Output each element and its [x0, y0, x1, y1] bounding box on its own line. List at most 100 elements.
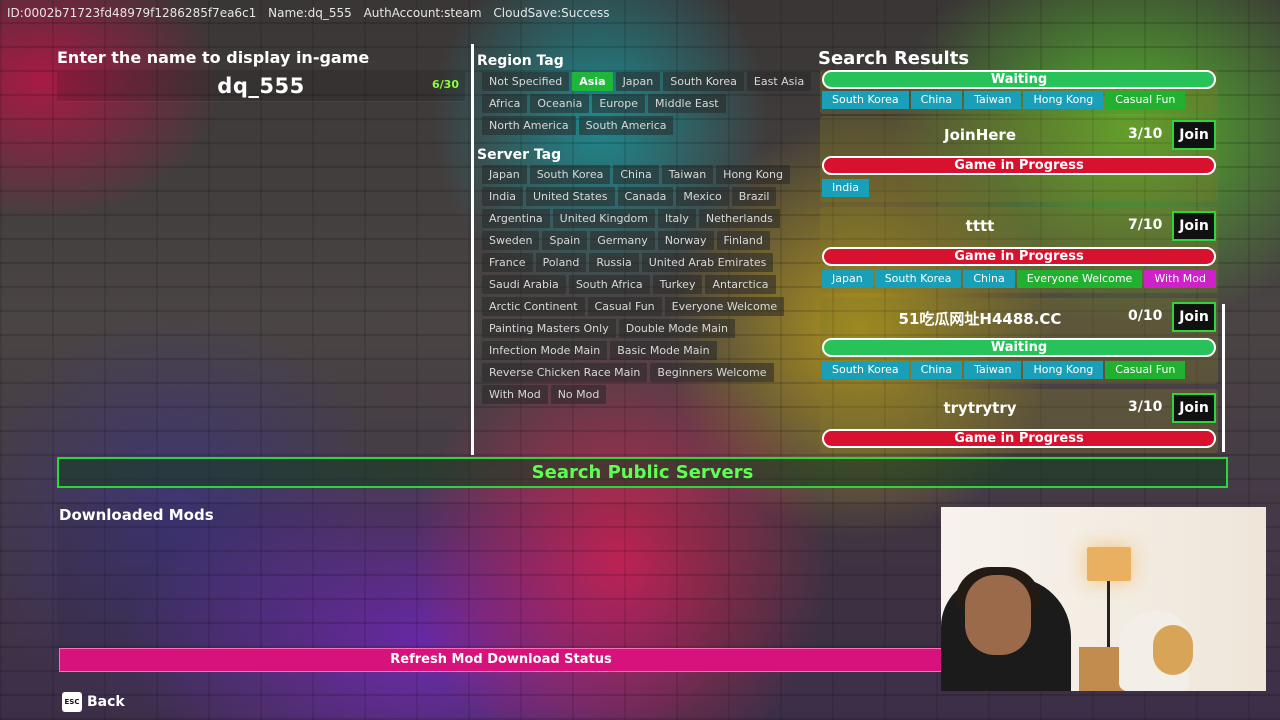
- region-tag-japan[interactable]: Japan: [615, 72, 661, 91]
- server-tag-netherlands[interactable]: Netherlands: [698, 209, 780, 228]
- region-tag-asia[interactable]: Asia: [572, 72, 613, 91]
- join-button[interactable]: Join: [1172, 211, 1216, 241]
- server-name: 51吃瓜网址H4488.CC: [898, 310, 1062, 328]
- server-card: trytrytry 3/10 Join Game in Progress: [820, 389, 1218, 453]
- server-tag-beginners-welcome[interactable]: Beginners Welcome: [650, 363, 774, 382]
- streamer-face: [965, 575, 1031, 655]
- refresh-mod-status-button[interactable]: Refresh Mod Download Status: [59, 648, 943, 672]
- join-button[interactable]: Join: [1172, 120, 1216, 150]
- server-tag-chip: China: [910, 91, 963, 109]
- back-button[interactable]: ESC Back: [62, 692, 125, 712]
- server-tag-chip: Hong Kong: [1023, 91, 1104, 109]
- server-tag-chip: China: [963, 270, 1015, 288]
- server-tag-spain[interactable]: Spain: [542, 231, 588, 250]
- region-tag-title: Region Tag: [477, 53, 564, 69]
- search-public-servers-button[interactable]: Search Public Servers: [57, 457, 1228, 488]
- server-status-badge: Game in Progress: [822, 156, 1216, 175]
- esc-key-icon: ESC: [62, 692, 82, 712]
- server-tag-with-mod[interactable]: With Mod: [482, 385, 548, 404]
- server-tag-japan[interactable]: Japan: [482, 165, 527, 184]
- back-label: Back: [87, 694, 125, 710]
- region-tag-middle-east[interactable]: Middle East: [648, 94, 726, 113]
- display-name-label: Enter the name to display in-game: [57, 48, 370, 67]
- display-name-input[interactable]: dq_555 6/30: [57, 72, 465, 102]
- server-tag-brazil[interactable]: Brazil: [731, 187, 777, 206]
- server-tag-finland[interactable]: Finland: [716, 231, 770, 250]
- server-status-badge: Waiting: [822, 70, 1216, 89]
- region-tag-not-specified[interactable]: Not Specified: [482, 72, 570, 91]
- server-tag-chips: India: [822, 179, 869, 197]
- server-tag-south-africa[interactable]: South Africa: [568, 275, 650, 294]
- server-card: tttt 7/10 Join Game in Progress Japan Sou…: [820, 207, 1218, 293]
- region-tag-africa[interactable]: Africa: [482, 94, 528, 113]
- server-tag-india[interactable]: India: [482, 187, 523, 206]
- join-button[interactable]: Join: [1172, 302, 1216, 332]
- server-tag-poland[interactable]: Poland: [535, 253, 587, 272]
- server-tag-chip: China: [910, 361, 963, 379]
- server-tag-title: Server Tag: [477, 147, 562, 163]
- server-card: JoinHere 3/10 Join Game in Progress Indi…: [820, 116, 1218, 202]
- server-card: Waiting South Korea China Taiwan Hong Kong C…: [820, 70, 1218, 114]
- server-status-badge: Waiting: [822, 338, 1216, 357]
- session-auth: AuthAccount:steam: [363, 6, 482, 20]
- region-tag-oceania[interactable]: Oceania: [530, 94, 590, 113]
- server-tag-chip: Casual Fun: [1105, 361, 1186, 379]
- server-tag-germany[interactable]: Germany: [590, 231, 655, 250]
- server-tag-chip: South Korea: [822, 361, 909, 379]
- server-tag-russia[interactable]: Russia: [589, 253, 639, 272]
- region-tag-south-korea[interactable]: South Korea: [663, 72, 744, 91]
- session-info-bar: ID:0002b71723fd48979f1286285f7ea6c1 Name…: [7, 6, 610, 20]
- region-tag-east-asia[interactable]: East Asia: [746, 72, 812, 91]
- session-name: Name:dq_555: [268, 6, 352, 20]
- search-results-list[interactable]: Waiting South Korea China Taiwan Hong Kong C…: [820, 70, 1220, 454]
- results-scrollbar[interactable]: [1222, 304, 1225, 452]
- server-player-count: 0/10: [1128, 308, 1163, 324]
- server-name: JoinHere: [943, 126, 1016, 144]
- lamp-shade: [1087, 547, 1131, 581]
- region-tag-europe[interactable]: Europe: [592, 94, 646, 113]
- server-tag-united-kingdom[interactable]: United Kingdom: [552, 209, 655, 228]
- server-tag-infection-mode-main[interactable]: Infection Mode Main: [482, 341, 608, 360]
- server-tag-united-states[interactable]: United States: [526, 187, 615, 206]
- search-results-title: Search Results: [818, 48, 970, 69]
- region-tag-south-america[interactable]: South America: [578, 116, 674, 135]
- server-tag-turkey[interactable]: Turkey: [652, 275, 703, 294]
- server-tag-arctic-continent[interactable]: Arctic Continent: [482, 297, 585, 316]
- server-name: trytrytry: [943, 399, 1017, 417]
- server-tag-taiwan[interactable]: Taiwan: [661, 165, 714, 184]
- server-tag-china[interactable]: China: [613, 165, 659, 184]
- server-player-count: 3/10: [1128, 126, 1163, 142]
- server-tag-chip: Everyone Welcome: [1016, 270, 1143, 288]
- server-tag-painting-masters-only[interactable]: Painting Masters Only: [482, 319, 616, 338]
- server-tag-everyone-welcome[interactable]: Everyone Welcome: [664, 297, 785, 316]
- server-tag-canada[interactable]: Canada: [617, 187, 674, 206]
- server-status-badge: Game in Progress: [822, 247, 1216, 266]
- server-tag-saudi-arabia[interactable]: Saudi Arabia: [482, 275, 566, 294]
- server-tag-no-mod[interactable]: No Mod: [550, 385, 607, 404]
- server-tag-chip: Casual Fun: [1105, 91, 1186, 109]
- server-tag-chip: South Korea: [822, 91, 909, 109]
- server-tag-antarctica[interactable]: Antarctica: [705, 275, 776, 294]
- panel-divider: [471, 44, 474, 455]
- server-tag-chips: Japan South Korea China Everyone Welcome Wit…: [822, 270, 1216, 288]
- server-status-badge: Game in Progress: [822, 429, 1216, 448]
- server-tag-basic-mode-main[interactable]: Basic Mode Main: [610, 341, 717, 360]
- server-tag-reverse-chicken-race-main[interactable]: Reverse Chicken Race Main: [482, 363, 648, 382]
- server-tag-france[interactable]: France: [482, 253, 533, 272]
- server-tag-chip: South Korea: [874, 270, 962, 288]
- server-tag-south-korea[interactable]: South Korea: [529, 165, 611, 184]
- server-name: tttt: [965, 217, 995, 235]
- server-tag-mexico[interactable]: Mexico: [676, 187, 729, 206]
- display-name-value: dq_555: [217, 74, 305, 98]
- server-tag-argentina[interactable]: Argentina: [482, 209, 550, 228]
- server-player-count: 7/10: [1128, 217, 1163, 233]
- server-tag-double-mode-main[interactable]: Double Mode Main: [618, 319, 735, 338]
- server-tag-sweden[interactable]: Sweden: [482, 231, 540, 250]
- server-tag-united-arab-emirates[interactable]: United Arab Emirates: [641, 253, 774, 272]
- server-tag-casual-fun[interactable]: Casual Fun: [587, 297, 662, 316]
- server-tag-hong-kong[interactable]: Hong Kong: [716, 165, 790, 184]
- server-tag-italy[interactable]: Italy: [657, 209, 696, 228]
- join-button[interactable]: Join: [1172, 393, 1216, 423]
- region-tag-north-america[interactable]: North America: [482, 116, 576, 135]
- server-tag-norway[interactable]: Norway: [657, 231, 714, 250]
